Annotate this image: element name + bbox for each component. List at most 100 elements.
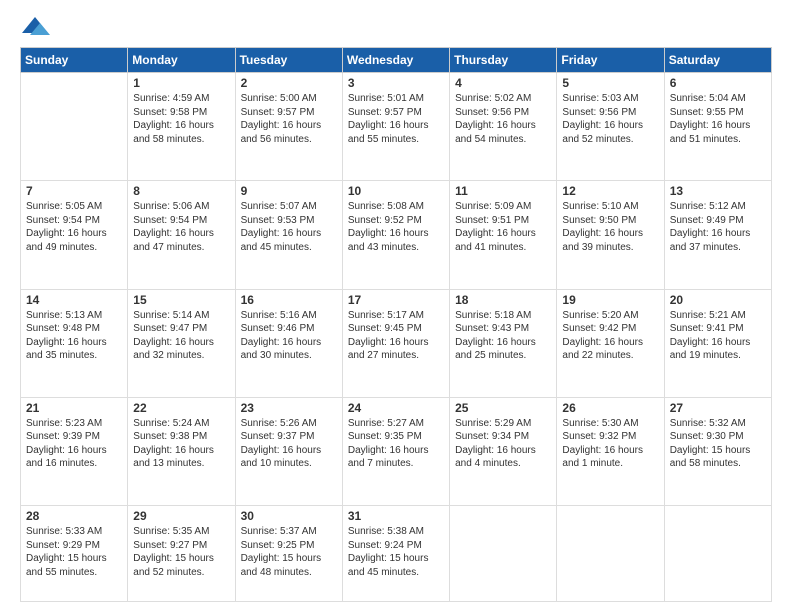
day-number: 15	[133, 293, 229, 307]
day-number: 18	[455, 293, 551, 307]
cell-content: Sunrise: 5:03 AM Sunset: 9:56 PM Dayligh…	[562, 92, 658, 146]
cell-content: Sunrise: 5:29 AM Sunset: 9:34 PM Dayligh…	[455, 417, 551, 471]
calendar-cell: 7 Sunrise: 5:05 AM Sunset: 9:54 PM Daylig…	[21, 181, 128, 289]
day-number: 2	[241, 76, 337, 90]
day-number: 6	[670, 76, 766, 90]
cell-content: Sunrise: 5:14 AM Sunset: 9:47 PM Dayligh…	[133, 309, 229, 363]
calendar-cell: 23 Sunrise: 5:26 AM Sunset: 9:37 PM Dayli…	[235, 397, 342, 505]
day-number: 5	[562, 76, 658, 90]
calendar-cell: 2 Sunrise: 5:00 AM Sunset: 9:57 PM Daylig…	[235, 73, 342, 181]
day-number: 22	[133, 401, 229, 415]
cell-content: Sunrise: 5:37 AM Sunset: 9:25 PM Dayligh…	[241, 525, 337, 579]
day-number: 9	[241, 184, 337, 198]
calendar-cell: 28 Sunrise: 5:33 AM Sunset: 9:29 PM Dayli…	[21, 506, 128, 602]
logo	[20, 15, 54, 39]
day-number: 21	[26, 401, 122, 415]
calendar-cell	[664, 506, 771, 602]
day-number: 17	[348, 293, 444, 307]
calendar-cell	[450, 506, 557, 602]
cell-content: Sunrise: 5:26 AM Sunset: 9:37 PM Dayligh…	[241, 417, 337, 471]
calendar-cell: 14 Sunrise: 5:13 AM Sunset: 9:48 PM Dayli…	[21, 289, 128, 397]
cell-content: Sunrise: 5:07 AM Sunset: 9:53 PM Dayligh…	[241, 200, 337, 254]
calendar-cell: 11 Sunrise: 5:09 AM Sunset: 9:51 PM Dayli…	[450, 181, 557, 289]
day-number: 14	[26, 293, 122, 307]
cell-content: Sunrise: 5:02 AM Sunset: 9:56 PM Dayligh…	[455, 92, 551, 146]
cell-content: Sunrise: 5:21 AM Sunset: 9:41 PM Dayligh…	[670, 309, 766, 363]
header	[20, 15, 772, 39]
cell-content: Sunrise: 5:32 AM Sunset: 9:30 PM Dayligh…	[670, 417, 766, 471]
calendar-cell: 26 Sunrise: 5:30 AM Sunset: 9:32 PM Dayli…	[557, 397, 664, 505]
day-number: 24	[348, 401, 444, 415]
day-number: 16	[241, 293, 337, 307]
calendar-cell: 19Sunrise: 5:20 AM Sunset: 9:42 PM Dayli…	[557, 289, 664, 397]
cell-content: Sunrise: 5:35 AM Sunset: 9:27 PM Dayligh…	[133, 525, 229, 579]
calendar-cell: 22Sunrise: 5:24 AM Sunset: 9:38 PM Dayli…	[128, 397, 235, 505]
cell-content: Sunrise: 5:38 AM Sunset: 9:24 PM Dayligh…	[348, 525, 444, 579]
day-number: 4	[455, 76, 551, 90]
week-row-1: 1Sunrise: 4:59 AM Sunset: 9:58 PM Daylig…	[21, 73, 772, 181]
column-header-friday: Friday	[557, 48, 664, 73]
cell-content: Sunrise: 5:13 AM Sunset: 9:48 PM Dayligh…	[26, 309, 122, 363]
day-number: 23	[241, 401, 337, 415]
column-header-tuesday: Tuesday	[235, 48, 342, 73]
day-number: 25	[455, 401, 551, 415]
cell-content: Sunrise: 5:16 AM Sunset: 9:46 PM Dayligh…	[241, 309, 337, 363]
calendar-cell: 6 Sunrise: 5:04 AM Sunset: 9:55 PM Daylig…	[664, 73, 771, 181]
cell-content: Sunrise: 5:09 AM Sunset: 9:51 PM Dayligh…	[455, 200, 551, 254]
calendar-cell	[21, 73, 128, 181]
week-row-3: 14 Sunrise: 5:13 AM Sunset: 9:48 PM Dayli…	[21, 289, 772, 397]
column-header-monday: Monday	[128, 48, 235, 73]
cell-content: Sunrise: 4:59 AM Sunset: 9:58 PM Dayligh…	[133, 92, 229, 146]
cell-content: Sunrise: 5:05 AM Sunset: 9:54 PM Dayligh…	[26, 200, 122, 254]
calendar-cell: 9 Sunrise: 5:07 AM Sunset: 9:53 PM Daylig…	[235, 181, 342, 289]
calendar-cell: 3Sunrise: 5:01 AM Sunset: 9:57 PM Daylig…	[342, 73, 449, 181]
day-number: 10	[348, 184, 444, 198]
day-number: 28	[26, 509, 122, 523]
day-number: 7	[26, 184, 122, 198]
cell-content: Sunrise: 5:23 AM Sunset: 9:39 PM Dayligh…	[26, 417, 122, 471]
calendar-cell	[557, 506, 664, 602]
cell-content: Sunrise: 5:04 AM Sunset: 9:55 PM Dayligh…	[670, 92, 766, 146]
calendar-cell: 27 Sunrise: 5:32 AM Sunset: 9:30 PM Dayli…	[664, 397, 771, 505]
day-number: 20	[670, 293, 766, 307]
day-number: 29	[133, 509, 229, 523]
day-number: 11	[455, 184, 551, 198]
calendar-cell: 12Sunrise: 5:10 AM Sunset: 9:50 PM Dayli…	[557, 181, 664, 289]
column-header-sunday: Sunday	[21, 48, 128, 73]
calendar-cell: 29 Sunrise: 5:35 AM Sunset: 9:27 PM Dayli…	[128, 506, 235, 602]
day-number: 8	[133, 184, 229, 198]
day-number: 3	[348, 76, 444, 90]
column-header-thursday: Thursday	[450, 48, 557, 73]
day-number: 26	[562, 401, 658, 415]
calendar-cell: 10 Sunrise: 5:08 AM Sunset: 9:52 PM Dayli…	[342, 181, 449, 289]
cell-content: Sunrise: 5:00 AM Sunset: 9:57 PM Dayligh…	[241, 92, 337, 146]
calendar-cell: 20 Sunrise: 5:21 AM Sunset: 9:41 PM Dayli…	[664, 289, 771, 397]
cell-content: Sunrise: 5:17 AM Sunset: 9:45 PM Dayligh…	[348, 309, 444, 363]
cell-content: Sunrise: 5:27 AM Sunset: 9:35 PM Dayligh…	[348, 417, 444, 471]
calendar-cell: 5 Sunrise: 5:03 AM Sunset: 9:56 PM Daylig…	[557, 73, 664, 181]
day-number: 13	[670, 184, 766, 198]
week-row-4: 21 Sunrise: 5:23 AM Sunset: 9:39 PM Dayli…	[21, 397, 772, 505]
cell-content: Sunrise: 5:30 AM Sunset: 9:32 PM Dayligh…	[562, 417, 658, 471]
column-header-wednesday: Wednesday	[342, 48, 449, 73]
week-row-5: 28 Sunrise: 5:33 AM Sunset: 9:29 PM Dayli…	[21, 506, 772, 602]
calendar-cell: 18 Sunrise: 5:18 AM Sunset: 9:43 PM Dayli…	[450, 289, 557, 397]
calendar-cell: 25 Sunrise: 5:29 AM Sunset: 9:34 PM Dayli…	[450, 397, 557, 505]
day-number: 31	[348, 509, 444, 523]
cell-content: Sunrise: 5:08 AM Sunset: 9:52 PM Dayligh…	[348, 200, 444, 254]
calendar-header-row: SundayMondayTuesdayWednesdayThursdayFrid…	[21, 48, 772, 73]
calendar-cell: 24 Sunrise: 5:27 AM Sunset: 9:35 PM Dayli…	[342, 397, 449, 505]
week-row-2: 7 Sunrise: 5:05 AM Sunset: 9:54 PM Daylig…	[21, 181, 772, 289]
day-number: 30	[241, 509, 337, 523]
cell-content: Sunrise: 5:12 AM Sunset: 9:49 PM Dayligh…	[670, 200, 766, 254]
calendar-cell: 4 Sunrise: 5:02 AM Sunset: 9:56 PM Daylig…	[450, 73, 557, 181]
cell-content: Sunrise: 5:06 AM Sunset: 9:54 PM Dayligh…	[133, 200, 229, 254]
calendar-page: SundayMondayTuesdayWednesdayThursdayFrid…	[0, 0, 792, 612]
day-number: 27	[670, 401, 766, 415]
calendar-cell: 30 Sunrise: 5:37 AM Sunset: 9:25 PM Dayli…	[235, 506, 342, 602]
calendar-cell: 13 Sunrise: 5:12 AM Sunset: 9:49 PM Dayli…	[664, 181, 771, 289]
calendar-table: SundayMondayTuesdayWednesdayThursdayFrid…	[20, 47, 772, 602]
cell-content: Sunrise: 5:18 AM Sunset: 9:43 PM Dayligh…	[455, 309, 551, 363]
calendar-cell: 21 Sunrise: 5:23 AM Sunset: 9:39 PM Dayli…	[21, 397, 128, 505]
cell-content: Sunrise: 5:33 AM Sunset: 9:29 PM Dayligh…	[26, 525, 122, 579]
